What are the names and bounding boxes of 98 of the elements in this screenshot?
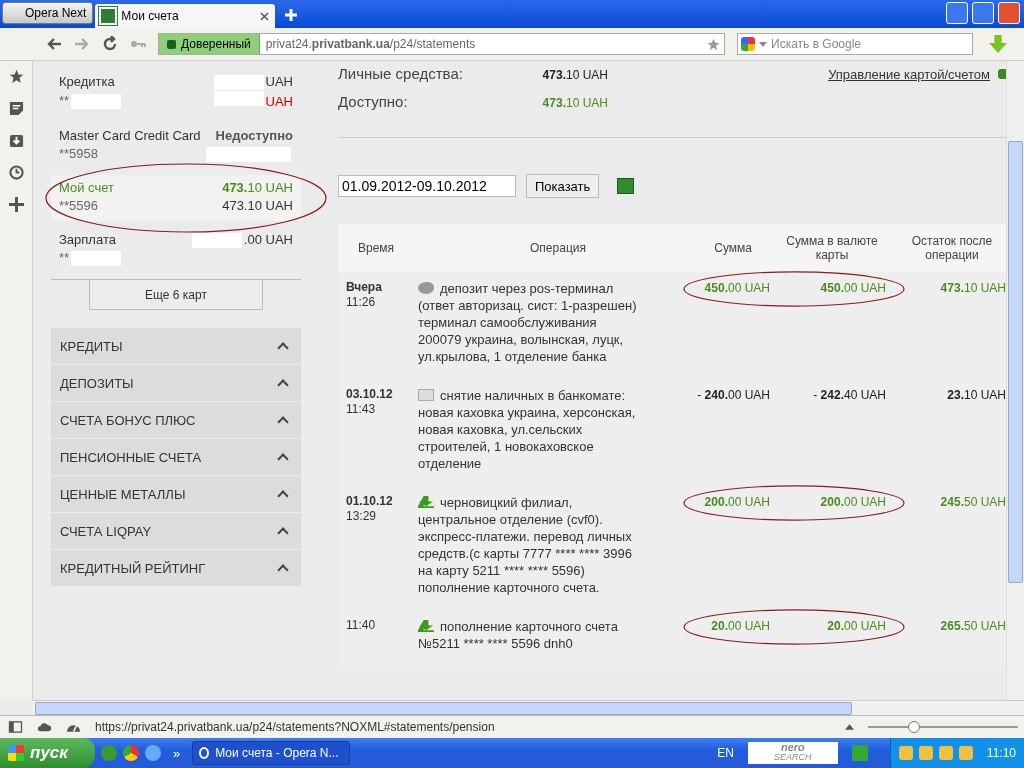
taskbar-window[interactable]: Мои счета - Opera N... bbox=[192, 741, 351, 765]
section-header[interactable]: КРЕДИТНЫЙ РЕЙТИНГ bbox=[51, 550, 301, 586]
card-amount-cell-text: 200.00 UAH bbox=[819, 494, 887, 511]
balance-cell-text: 265.50 UAH bbox=[939, 618, 1006, 635]
card-amount-cell-text: 450.00 UAH bbox=[819, 280, 887, 297]
section-header[interactable]: КРЕДИТЫ bbox=[51, 328, 301, 364]
amount-cell-text: - 240.00 UAH bbox=[696, 387, 771, 404]
browser-tab[interactable]: Мои счета bbox=[95, 4, 276, 28]
slider-handle[interactable] bbox=[908, 721, 920, 733]
google-icon bbox=[741, 37, 755, 51]
address-field[interactable]: Доверенный privat24.privatbank.ua/p24/statements bbox=[158, 33, 725, 55]
card-item[interactable]: Кредитка UAH ** UAH bbox=[51, 69, 301, 117]
caret-icon[interactable] bbox=[759, 41, 767, 47]
clock-icon[interactable] bbox=[8, 165, 24, 180]
star-icon[interactable] bbox=[8, 69, 24, 84]
more-icons-button[interactable]: » bbox=[173, 745, 181, 761]
card-item[interactable]: Мой счет 473.10 UAH **5596 473.10 UAH bbox=[51, 175, 301, 221]
card-balance: .00 UAH bbox=[189, 231, 293, 249]
card-name: Зарплата bbox=[59, 231, 116, 249]
date-cell-text: 01.10.12 bbox=[346, 494, 394, 509]
card-amount-cell-text: - 242.40 UAH bbox=[812, 387, 887, 404]
clock: 11:10 bbox=[986, 746, 1016, 760]
vertical-scrollbar[interactable] bbox=[1006, 61, 1024, 700]
time-cell-text: 11:43 bbox=[346, 402, 377, 417]
security-badge[interactable]: Доверенный bbox=[159, 34, 260, 54]
column-header: Сумма в валюте карты bbox=[785, 234, 879, 262]
cloud-icon[interactable] bbox=[37, 721, 52, 733]
column-header: Операция bbox=[529, 241, 587, 255]
reload-icon[interactable] bbox=[102, 36, 118, 52]
bookmark-star-icon[interactable] bbox=[707, 37, 720, 51]
language-indicator[interactable]: EN bbox=[717, 746, 734, 760]
card-item[interactable]: Master Card Credit Card Недоступно **5958 bbox=[51, 123, 301, 169]
card-number: ** bbox=[59, 249, 124, 267]
lock-icon bbox=[167, 39, 176, 49]
card-number: **5958 bbox=[59, 145, 99, 163]
new-tab-icon[interactable] bbox=[285, 9, 298, 21]
card-balance: 473.10 UAH bbox=[222, 179, 293, 197]
search-logo[interactable]: nero SEARCH bbox=[747, 742, 838, 764]
card-item[interactable]: Зарплата .00 UAH ** bbox=[51, 227, 301, 273]
date-cell-text: Вчера bbox=[346, 280, 383, 295]
balance-cell-text: 473.10 UAH bbox=[939, 280, 1006, 297]
card-balance: UAH bbox=[211, 73, 293, 91]
note-icon[interactable] bbox=[8, 101, 24, 116]
period-field[interactable]: 01.09.2012-09.10.2012 bbox=[338, 175, 516, 197]
operation-description: снятие наличных в банкомате: новая каховка украина, херсонская, новая каховка, ул.сельских строителей, 1 новокаховское отделение bbox=[418, 387, 637, 472]
panel-toggle-icon[interactable] bbox=[8, 721, 23, 733]
plus-icon[interactable] bbox=[8, 197, 24, 212]
manage-card-link[interactable]: Управление картой/счетом bbox=[828, 67, 990, 82]
amount-cell-text: 200.00 UAH bbox=[703, 494, 771, 511]
funds-amount: 473.10 UAH bbox=[541, 68, 608, 82]
section-header[interactable]: СЧЕТА БОНУС ПЛЮС bbox=[51, 402, 301, 438]
operation-description: черновицкий филиал, центральное отделение (cvf0). экспресс-платежи. перевод личных средств.(с карты 7777 **** **** 3996 на карту 5211 **** **** 5596) пополнение карточного счета. bbox=[418, 494, 633, 596]
operation-description: депозит через pos-терминал (ответ авторизац. сист: 1-разрешен) терминал самообслуживания 200079 украина, волынская, луцк, ул.крылова, 1 отделение банка bbox=[418, 280, 638, 365]
amount-cell-text: 20.00 UAH bbox=[710, 618, 771, 635]
banknote-icon bbox=[418, 389, 434, 401]
download-icon[interactable] bbox=[8, 133, 24, 148]
card-name: Master Card Credit Card bbox=[59, 127, 201, 145]
balance-cell-text: 245.50 UAH bbox=[939, 494, 1006, 511]
section-header[interactable]: СЧЕТА LIQPAY bbox=[51, 513, 301, 549]
column-header: Время bbox=[357, 241, 396, 255]
search-field[interactable]: Искать в Google bbox=[737, 33, 973, 55]
windows-flag-icon bbox=[8, 745, 24, 761]
operation-description: пополнение карточного счета №5211 **** **** 5596 dnh0 bbox=[418, 618, 619, 652]
section-header[interactable]: ДЕПОЗИТЫ bbox=[51, 365, 301, 401]
time-cell-text: 13:29 bbox=[346, 509, 378, 524]
time-cell-text: 11:26 bbox=[346, 295, 377, 310]
up-arrow-icon[interactable] bbox=[845, 724, 854, 730]
funds-label: Личные средства: bbox=[338, 65, 464, 82]
date-cell-text: 03.10.12 bbox=[346, 387, 394, 402]
available-label: Доступно: bbox=[338, 93, 409, 110]
horizontal-scrollbar[interactable] bbox=[33, 700, 1024, 715]
back-icon[interactable] bbox=[46, 36, 62, 52]
time-cell-text: 11:40 bbox=[346, 618, 377, 633]
card-name: Мой счет bbox=[59, 179, 114, 197]
card-available: UAH bbox=[211, 91, 293, 111]
globe-icon[interactable] bbox=[145, 745, 161, 761]
redaction-block bbox=[191, 232, 242, 248]
opera-menu-button[interactable]: Opera Next bbox=[2, 2, 94, 24]
card-number: **5596 bbox=[59, 197, 99, 215]
card-name: Кредитка bbox=[59, 73, 115, 91]
amount-cell-text: 450.00 UAH bbox=[703, 280, 771, 297]
link-url: https://privat24.privatbank.ua/p24/statements?NOXML#statements/pension bbox=[95, 720, 496, 734]
available-amount: 473.10 UAH bbox=[541, 96, 608, 110]
balance-cell-text: 23.10 UAH bbox=[946, 387, 1006, 404]
card-available: 473.10 UAH bbox=[222, 197, 293, 215]
card-amount-cell-text: 20.00 UAH bbox=[826, 618, 887, 635]
opera-icon bbox=[199, 747, 210, 759]
browser-icon[interactable] bbox=[123, 745, 139, 761]
column-header: Сумма bbox=[713, 241, 753, 255]
bank-logo-icon bbox=[99, 7, 118, 25]
section-header[interactable]: ПЕНСИОННЫЕ СЧЕТА bbox=[51, 439, 301, 475]
show-button[interactable]: Показать bbox=[526, 174, 600, 198]
section-header[interactable]: ЦЕННЫЕ МЕТАЛЛЫ bbox=[51, 476, 301, 512]
card-number: ** bbox=[59, 92, 124, 110]
card-balance: Недоступно bbox=[215, 127, 293, 145]
forward-icon[interactable] bbox=[74, 36, 90, 52]
more-cards-button[interactable]: Еще 6 карт bbox=[89, 280, 263, 310]
column-header: Остаток после операции bbox=[910, 234, 994, 262]
